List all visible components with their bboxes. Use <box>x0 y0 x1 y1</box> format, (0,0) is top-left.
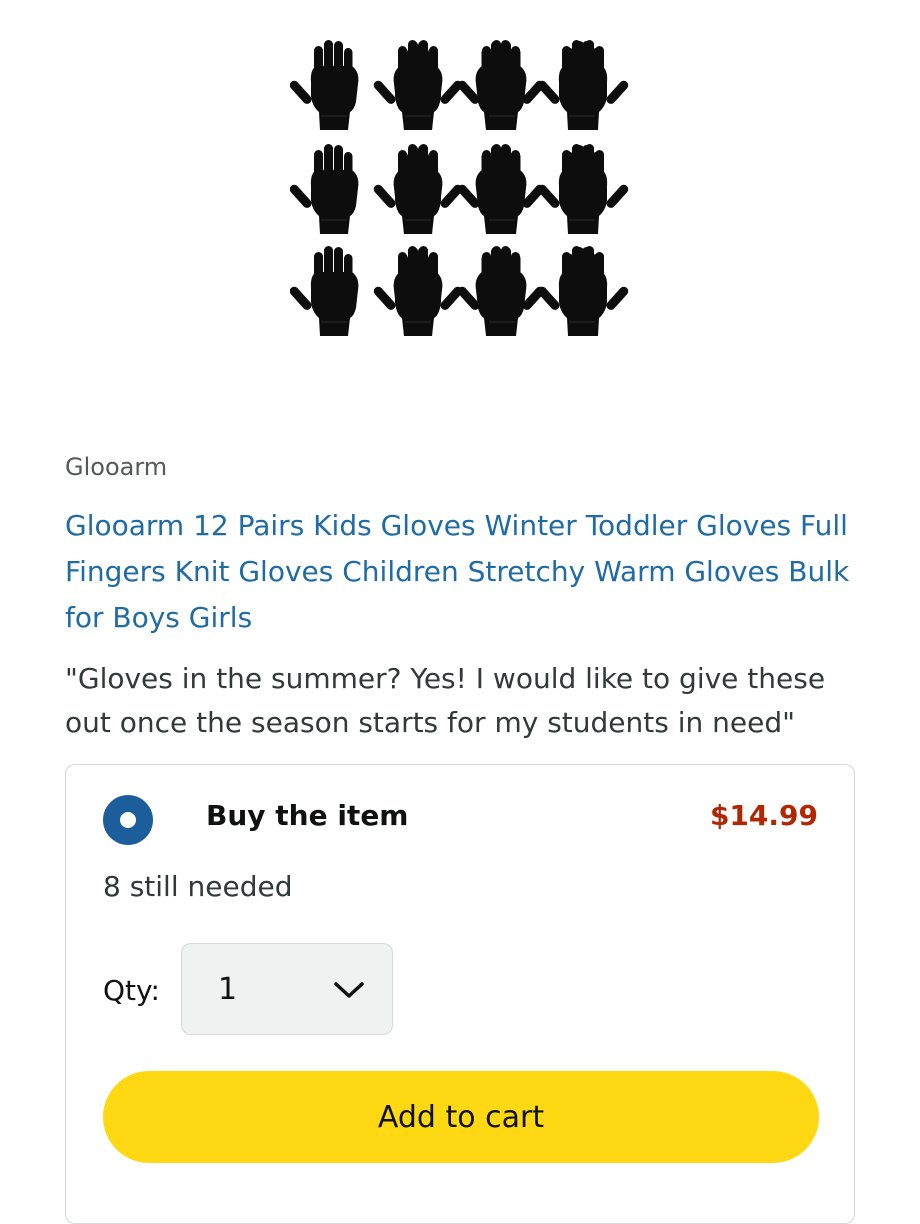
chevron-down-icon <box>334 982 364 998</box>
still-needed-count: 8 still needed <box>103 870 293 903</box>
product-title-link[interactable]: Glooarm 12 Pairs Kids Gloves Winter Todd… <box>65 503 855 641</box>
quantity-dropdown[interactable]: 1 <box>181 943 393 1035</box>
buy-option-radio[interactable] <box>103 795 153 845</box>
quantity-value: 1 <box>218 972 238 1007</box>
price: $14.99 <box>709 799 818 832</box>
product-image[interactable] <box>290 32 630 352</box>
add-to-cart-button[interactable]: Add to cart <box>103 1071 819 1163</box>
gloves-image <box>290 39 630 337</box>
quantity-label: Qty: <box>103 974 160 1007</box>
brand-name[interactable]: Glooarm <box>65 452 167 482</box>
requester-note: "Gloves in the summer? Yes! I would like… <box>65 662 826 739</box>
buy-box: Buy the item $14.99 8 still needed Qty: … <box>65 764 855 1224</box>
buy-option-label[interactable]: Buy the item <box>206 798 408 834</box>
